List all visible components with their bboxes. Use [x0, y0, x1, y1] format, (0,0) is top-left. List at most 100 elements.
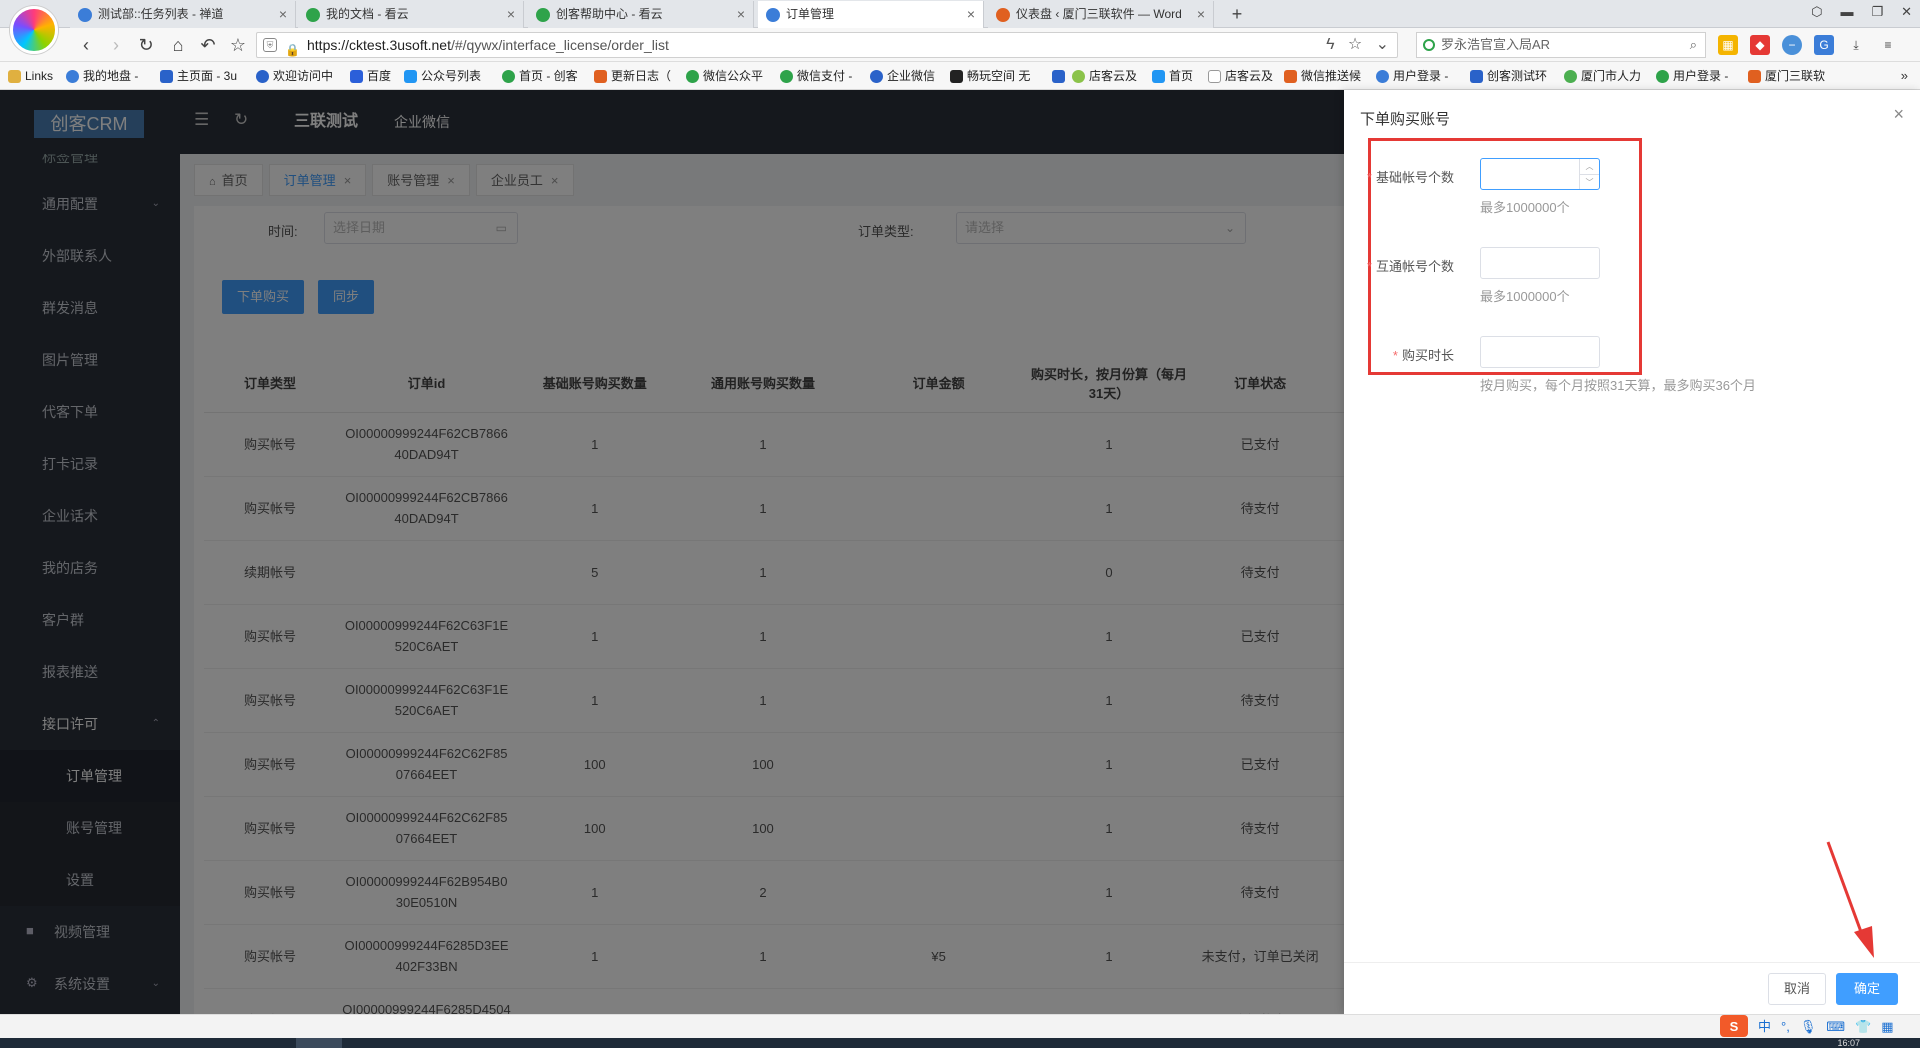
close-icon[interactable]: ✕: [1901, 4, 1912, 20]
shirt-icon[interactable]: ⬡: [1811, 4, 1822, 20]
bookmark-item[interactable]: 主页面 - 3u: [160, 62, 237, 90]
tab-close-icon[interactable]: ×: [967, 1, 975, 28]
basic-count-input[interactable]: ︿ ﹀: [1480, 158, 1600, 190]
minus-circle-icon[interactable]: −: [1782, 35, 1802, 55]
search-engine-icon: [1423, 39, 1435, 51]
bookmark-item[interactable]: 用户登录 -: [1656, 62, 1728, 90]
interop-count-input[interactable]: [1480, 247, 1600, 279]
tab-favicon-icon: [996, 8, 1010, 22]
chevron-down-icon[interactable]: ⌄: [1376, 36, 1389, 53]
bookmark-item[interactable]: 厦门市人力: [1564, 62, 1641, 90]
bookmark-item[interactable]: 企业微信: [870, 62, 935, 90]
browser-tab-active[interactable]: 订单管理 ×: [758, 1, 984, 29]
bookmark-icon: [1470, 70, 1483, 83]
address-bar-row: ‹ › ↻ ⌂ ↶ ☆ ⛨ 🔒 https://cktest.3usoft.ne…: [0, 28, 1920, 62]
lightning-icon[interactable]: ϟ: [1326, 36, 1334, 53]
keyboard-icon[interactable]: ⌨: [1826, 1015, 1845, 1039]
undo-icon[interactable]: ↶: [196, 33, 220, 57]
duration-input[interactable]: [1480, 336, 1600, 368]
drawer-title: 下单购买账号: [1360, 111, 1451, 128]
bookmark-icon: [950, 70, 963, 83]
buy-account-drawer: 下单购买账号 × * 基础帐号个数 ︿ ﹀ 最多1000000个 * 互通帐号个数 …: [1344, 90, 1920, 1014]
punctuation-icon[interactable]: °,: [1781, 1015, 1790, 1039]
bookmark-icon: [404, 70, 417, 83]
bookmark-item[interactable]: 百度: [350, 62, 391, 90]
menu-icon[interactable]: ≡: [1878, 35, 1898, 55]
cancel-button[interactable]: 取消: [1768, 973, 1827, 1005]
microphone-icon[interactable]: 🎙: [1800, 1015, 1817, 1039]
browser-search-input[interactable]: 罗永浩官宣入局AR ⌕: [1416, 32, 1706, 58]
bookmark-item[interactable]: 微信公众平: [686, 62, 763, 90]
bookmark-item[interactable]: 用户登录 -: [1376, 62, 1448, 90]
close-icon[interactable]: ×: [1893, 104, 1904, 125]
bookmark-icon: [1284, 70, 1297, 83]
taskbar-app[interactable]: [296, 1038, 342, 1048]
bookmark-icon: [1748, 70, 1761, 83]
url-input[interactable]: ⛨ 🔒 https://cktest.3usoft.net/#/qywx/int…: [256, 32, 1398, 58]
translate-icon[interactable]: G: [1814, 35, 1834, 55]
wechat-icon: [686, 70, 699, 83]
chevron-up-icon[interactable]: ︿: [1580, 159, 1599, 174]
tab-close-icon[interactable]: ×: [279, 1, 287, 28]
lock-icon: 🔒: [285, 43, 300, 57]
home-icon[interactable]: ⌂: [166, 33, 190, 57]
basic-count-label: * 基础帐号个数: [1366, 170, 1454, 185]
skin-icon[interactable]: 👕: [1855, 1015, 1871, 1039]
bookmark-item[interactable]: 更新日志（: [594, 62, 671, 90]
minimize-icon[interactable]: ▬: [1840, 4, 1853, 20]
bookmark-item[interactable]: Links: [8, 62, 53, 90]
browser-tab[interactable]: 测试部::任务列表 - 禅道 ×: [70, 1, 296, 28]
bookmark-item[interactable]: 创客测试环: [1470, 62, 1547, 90]
bookmark-star-icon[interactable]: ☆: [1348, 36, 1362, 53]
basic-count-hint: 最多1000000个: [1480, 200, 1570, 215]
sogou-input-icon[interactable]: S: [1720, 1015, 1748, 1037]
bookmark-item[interactable]: [1052, 62, 1069, 90]
search-icon[interactable]: ⌕: [1690, 33, 1697, 57]
bookmark-item[interactable]: 首页: [1152, 62, 1193, 90]
duration-hint: 按月购买，每个月按照31天算，最多购买36个月: [1480, 378, 1756, 393]
tab-close-icon[interactable]: ×: [737, 1, 745, 28]
window-controls: ⬡ ▬ ❐ ✕: [1811, 4, 1912, 20]
url-actions: ϟ ☆ ⌄: [1326, 33, 1389, 57]
forward-icon[interactable]: ›: [104, 33, 128, 57]
bookmark-item[interactable]: 店客云及: [1208, 62, 1273, 90]
duration-label: * 购买时长: [1392, 348, 1454, 363]
bookmark-item[interactable]: 畅玩空间 无: [950, 62, 1030, 90]
bookmark-item[interactable]: 微信支付 -: [780, 62, 852, 90]
browser-tab[interactable]: 我的文档 - 看云 ×: [298, 1, 524, 28]
shield-icon: ⛨: [263, 38, 277, 52]
bookmark-item[interactable]: 厦门三联软: [1748, 62, 1825, 90]
game-icon[interactable]: ◆: [1750, 35, 1770, 55]
apps-grid-icon[interactable]: ▦: [1718, 35, 1738, 55]
confirm-button[interactable]: 确定: [1836, 973, 1898, 1005]
tab-close-icon[interactable]: ×: [507, 1, 515, 28]
back-icon[interactable]: ‹: [74, 33, 98, 57]
bookmark-item[interactable]: 欢迎访问中: [256, 62, 333, 90]
bookmark-icon: [1052, 70, 1065, 83]
bookmark-item[interactable]: 首页 - 创客: [502, 62, 578, 90]
bookmark-item[interactable]: 我的地盘 -: [66, 62, 138, 90]
modal-mask[interactable]: [0, 90, 1344, 1014]
browser-statusbar: S 中 °, 🎙 ⌨ 👕 ▦: [0, 1014, 1920, 1038]
os-taskbar: 16:07: [0, 1038, 1920, 1048]
chevron-down-icon[interactable]: ﹀: [1580, 174, 1599, 189]
ime-toolbar: S 中 °, 🎙 ⌨ 👕 ▦: [1720, 1015, 1894, 1039]
bookmarks-more-button[interactable]: »: [1901, 62, 1908, 90]
bookmark-item[interactable]: 微信推送候: [1284, 62, 1361, 90]
number-stepper: ︿ ﹀: [1579, 159, 1599, 189]
chinese-mode-icon[interactable]: 中: [1758, 1015, 1771, 1039]
baidu-icon: [350, 70, 363, 83]
browser-tab[interactable]: 创客帮助中心 - 看云 ×: [528, 1, 754, 28]
refresh-icon[interactable]: ↻: [134, 33, 158, 57]
bookmark-icon: [594, 70, 607, 83]
restore-icon[interactable]: ❐: [1871, 4, 1883, 20]
new-tab-button[interactable]: +: [1224, 1, 1250, 27]
favorite-star-icon[interactable]: ☆: [226, 33, 250, 57]
toolbox-icon[interactable]: ▦: [1881, 1015, 1893, 1039]
browser-tab[interactable]: 仪表盘 ‹ 厦门三联软件 — Word ×: [988, 1, 1214, 28]
download-icon[interactable]: ⤓: [1846, 35, 1866, 55]
tab-close-icon[interactable]: ×: [1197, 1, 1205, 28]
bookmark-item[interactable]: 店客云及: [1072, 62, 1137, 90]
bookmark-item[interactable]: 公众号列表: [404, 62, 481, 90]
browser-logo: [10, 6, 58, 54]
